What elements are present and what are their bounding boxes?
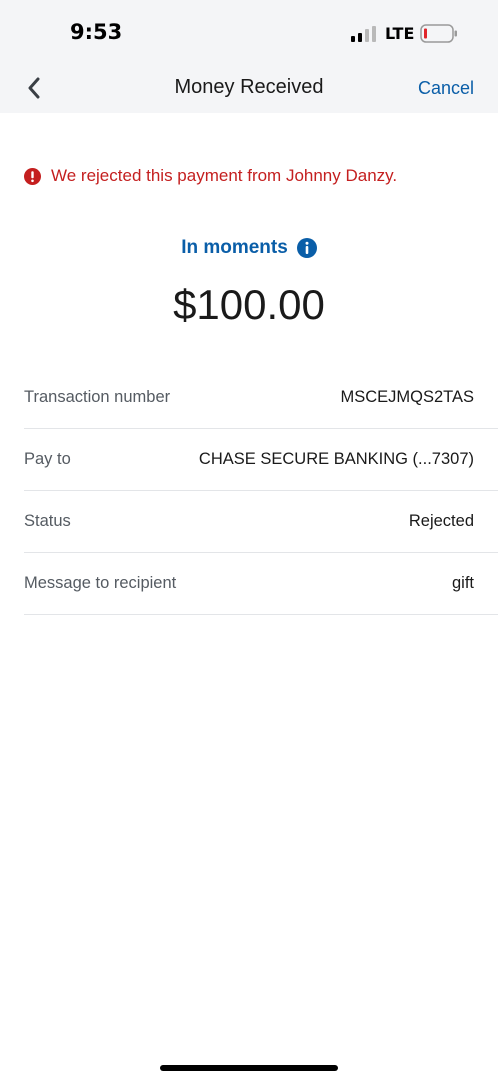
info-icon[interactable] bbox=[296, 238, 317, 258]
detail-label: Status bbox=[24, 512, 71, 530]
payment-amount: $100.00 bbox=[173, 281, 325, 328]
navigation-bar: Money Received Cancel bbox=[0, 60, 498, 113]
detail-row-status: Status Rejected bbox=[24, 491, 498, 553]
network-type: LTE bbox=[385, 24, 415, 43]
detail-label: Message to recipient bbox=[24, 574, 177, 592]
error-icon bbox=[24, 167, 41, 185]
detail-value: CHASE SECURE BANKING (...7307) bbox=[198, 450, 474, 468]
detail-row-message: Message to recipient gift bbox=[24, 553, 498, 615]
status-time: 9:53 bbox=[70, 20, 123, 44]
home-indicator[interactable] bbox=[160, 1065, 338, 1071]
detail-value: MSCEJMQS2TAS bbox=[340, 388, 474, 406]
timing-label: In moments bbox=[181, 237, 288, 258]
cellular-signal-icon bbox=[351, 26, 376, 42]
rejection-alert: We rejected this payment from Johnny Dan… bbox=[24, 166, 397, 186]
status-bar: 9:53 LTE bbox=[0, 0, 498, 60]
detail-label: Pay to bbox=[24, 450, 71, 468]
battery-icon bbox=[420, 24, 457, 43]
delivery-timing: In moments bbox=[0, 237, 498, 259]
transaction-details: Transaction number MSCEJMQS2TAS Pay to C… bbox=[24, 367, 498, 615]
detail-value: gift bbox=[451, 574, 474, 592]
detail-value: Rejected bbox=[408, 512, 474, 530]
cancel-button[interactable]: Cancel bbox=[418, 78, 474, 99]
detail-row-transaction-number: Transaction number MSCEJMQS2TAS bbox=[24, 367, 498, 429]
detail-row-pay-to: Pay to CHASE SECURE BANKING (...7307) bbox=[24, 429, 498, 491]
detail-label: Transaction number bbox=[24, 388, 171, 406]
alert-message: We rejected this payment from Johnny Dan… bbox=[51, 166, 398, 185]
